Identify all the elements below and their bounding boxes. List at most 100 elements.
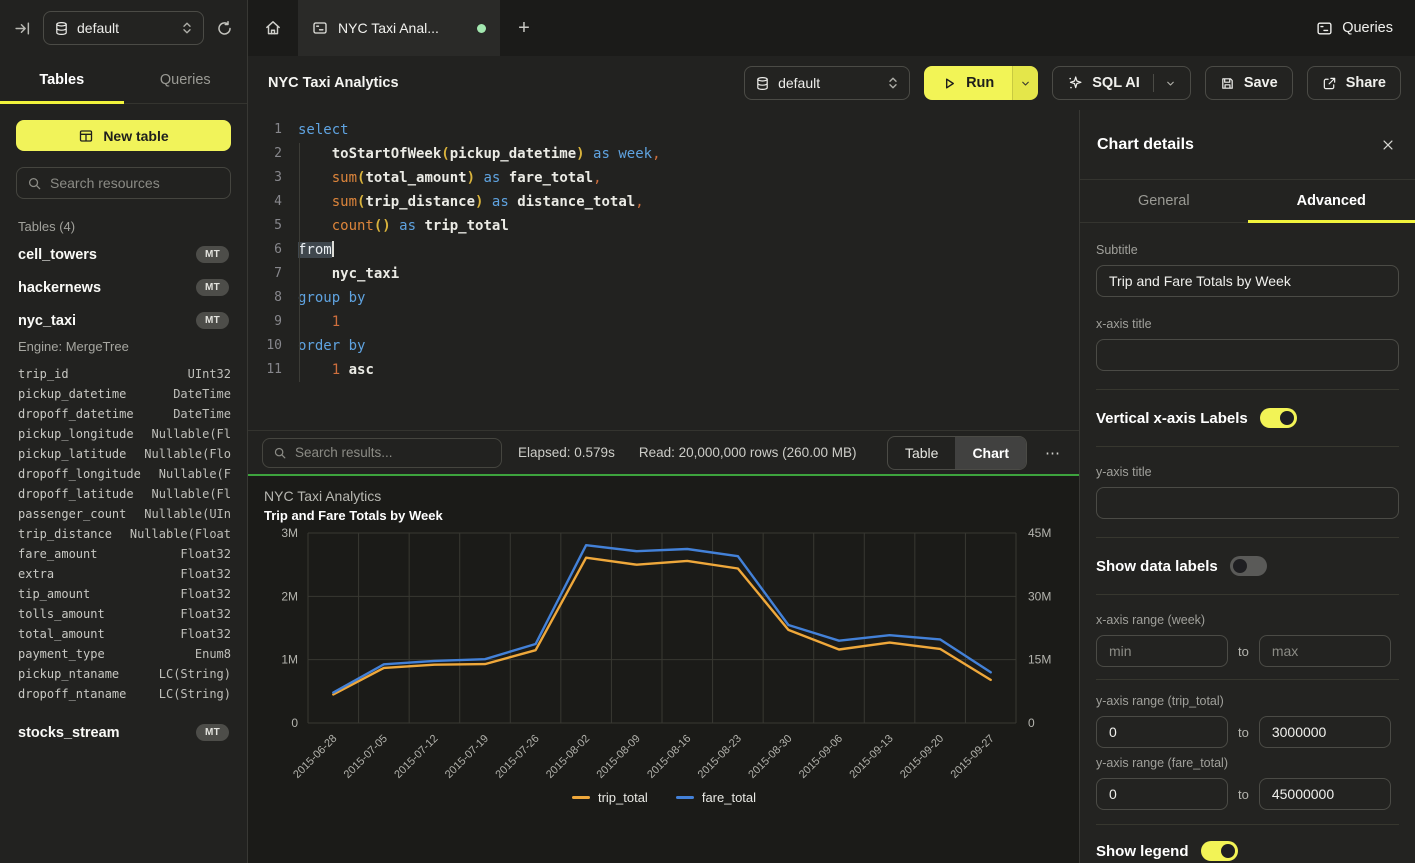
- legend-item-trip_total[interactable]: trip_total: [572, 790, 648, 805]
- panel-tab-general[interactable]: General: [1080, 180, 1248, 222]
- chart-subtitle: Trip and Fare Totals by Week: [264, 508, 1079, 523]
- line-number: 1: [256, 118, 282, 142]
- svg-text:1M: 1M: [281, 653, 298, 667]
- svg-text:2M: 2M: [281, 589, 298, 603]
- svg-text:2015-08-30: 2015-08-30: [746, 733, 794, 781]
- more-options-button[interactable]: ⋯: [1045, 444, 1061, 462]
- code-line: 8group by: [248, 286, 1079, 310]
- engine-badge: MT: [196, 279, 229, 296]
- x-range-max-input[interactable]: [1259, 635, 1391, 667]
- database-icon: [755, 76, 770, 91]
- y-range-fare-min-input[interactable]: [1096, 778, 1228, 810]
- line-chart[interactable]: 3M45M2M30M1M15M002015-06-282015-07-05201…: [264, 523, 1064, 785]
- x-range-min-input[interactable]: [1096, 635, 1228, 667]
- column-row: dropoff_datetimeDateTime: [18, 404, 231, 424]
- sidebar-body: New table Tables (4) cell_towers MT hack…: [0, 104, 247, 765]
- column-row: payment_type Enum8: [18, 644, 231, 664]
- sql-ai-button[interactable]: SQL AI: [1052, 66, 1191, 100]
- sidebar-tab-queries[interactable]: Queries: [124, 56, 248, 103]
- column-list: trip_idUInt32pickup_datetimeDateTimedrop…: [18, 364, 231, 704]
- y-axis-title-input[interactable]: [1096, 487, 1399, 519]
- table-name: hackernews: [18, 280, 101, 296]
- new-table-button[interactable]: New table: [16, 120, 231, 151]
- column-row: tolls_amountFloat32: [18, 604, 231, 624]
- topbar-left: default: [0, 0, 248, 56]
- queries-button[interactable]: Queries: [1316, 20, 1393, 37]
- view-tab-table[interactable]: Table: [888, 437, 955, 469]
- refresh-icon[interactable]: [216, 20, 233, 37]
- run-options-button[interactable]: [1012, 66, 1038, 100]
- legend-item-fare_total[interactable]: fare_total: [676, 790, 756, 805]
- show-data-labels-label: Show data labels: [1096, 558, 1218, 575]
- divider: [1096, 594, 1399, 595]
- topbar: default NYC Taxi Anal... +: [0, 0, 1415, 56]
- save-button[interactable]: Save: [1205, 66, 1293, 100]
- table-row-nyc-taxi[interactable]: nyc_taxi MT: [16, 304, 231, 337]
- sidebar-tab-tables[interactable]: Tables: [0, 56, 124, 103]
- table-row-stocks-stream[interactable]: stocks_stream MT: [16, 716, 231, 749]
- column-name: pickup_datetime: [18, 387, 126, 401]
- share-button[interactable]: Share: [1307, 66, 1401, 100]
- database-selector[interactable]: default: [744, 66, 910, 100]
- column-name: payment_type: [18, 647, 105, 661]
- sidebar-search-input[interactable]: [50, 175, 220, 191]
- svg-text:2015-09-13: 2015-09-13: [847, 733, 895, 781]
- y-range-trip-max-input[interactable]: [1259, 716, 1391, 748]
- code-line: 4 sum(trip_distance) as distance_total,: [248, 190, 1079, 214]
- vertical-x-labels-toggle[interactable]: [1260, 408, 1297, 428]
- show-legend-row: Show legend: [1096, 841, 1399, 861]
- sidebar: Tables Queries New table Tables (4) cell…: [0, 56, 248, 863]
- panel-tab-advanced[interactable]: Advanced: [1248, 180, 1415, 222]
- results-search: [262, 438, 502, 468]
- svg-text:2015-09-27: 2015-09-27: [949, 733, 997, 781]
- column-name: total_amount: [18, 627, 105, 641]
- run-button[interactable]: Run: [924, 66, 1038, 100]
- svg-text:30M: 30M: [1028, 589, 1051, 603]
- column-type: Enum8: [195, 647, 231, 661]
- subtitle-input[interactable]: [1096, 265, 1399, 297]
- new-tab-button[interactable]: +: [500, 0, 548, 56]
- y-range-fare-max-input[interactable]: [1259, 778, 1391, 810]
- table-row-hackernews[interactable]: hackernews MT: [16, 271, 231, 304]
- column-type: LC(String): [159, 667, 231, 681]
- y-range-trip-min-input[interactable]: [1096, 716, 1228, 748]
- column-row: dropoff_longitudeNullable(F: [18, 464, 231, 484]
- panel-title: Chart details: [1097, 136, 1194, 154]
- topbar-database-selector[interactable]: default: [43, 11, 204, 45]
- y-range-trip-label: y-axis range (trip_total): [1096, 694, 1399, 708]
- vertical-x-labels-row: Vertical x-axis Labels: [1096, 408, 1399, 428]
- share-icon: [1322, 76, 1337, 91]
- column-row: trip_idUInt32: [18, 364, 231, 384]
- results-search-input[interactable]: [295, 445, 491, 460]
- svg-text:2015-08-09: 2015-08-09: [595, 733, 643, 781]
- close-icon[interactable]: [1381, 138, 1395, 152]
- show-data-labels-toggle[interactable]: [1230, 556, 1267, 576]
- column-type: DateTime: [173, 407, 231, 421]
- x-range-row: to: [1096, 635, 1399, 667]
- column-type: Nullable(Float: [130, 527, 231, 541]
- save-label: Save: [1244, 75, 1278, 91]
- view-tab-chart[interactable]: Chart: [955, 437, 1026, 469]
- sql-editor[interactable]: 1select2 toStartOfWeek(pickup_datetime) …: [248, 110, 1079, 430]
- table-row-cell-towers[interactable]: cell_towers MT: [16, 238, 231, 271]
- column-name: pickup_longitude: [18, 427, 134, 441]
- column-row: pickup_latitudeNullable(Flo: [18, 444, 231, 464]
- collapse-sidebar-icon[interactable]: [14, 20, 31, 37]
- column-row: dropoff_latitudeNullable(Fl: [18, 484, 231, 504]
- chart-details-panel: Chart details GeneralAdvanced Subtitle x…: [1079, 110, 1415, 863]
- tab-nyc-taxi-analytics[interactable]: NYC Taxi Anal...: [298, 0, 500, 56]
- show-legend-toggle[interactable]: [1201, 841, 1238, 861]
- legend-swatch: [572, 796, 590, 799]
- range-to-label: to: [1238, 725, 1249, 740]
- line-number: 6: [256, 238, 282, 262]
- x-axis-title-input[interactable]: [1096, 339, 1399, 371]
- y-range-fare-label: y-axis range (fare_total): [1096, 756, 1399, 770]
- home-button[interactable]: [248, 0, 298, 56]
- line-number: 5: [256, 214, 282, 238]
- column-row: pickup_longitude Nullable(Fl: [18, 424, 231, 444]
- legend-swatch: [676, 796, 694, 799]
- divider: [1096, 824, 1399, 825]
- editor-header: NYC Taxi Analytics default: [248, 56, 1415, 110]
- column-type: Nullable(Fl: [152, 427, 231, 441]
- queries-label: Queries: [1342, 20, 1393, 36]
